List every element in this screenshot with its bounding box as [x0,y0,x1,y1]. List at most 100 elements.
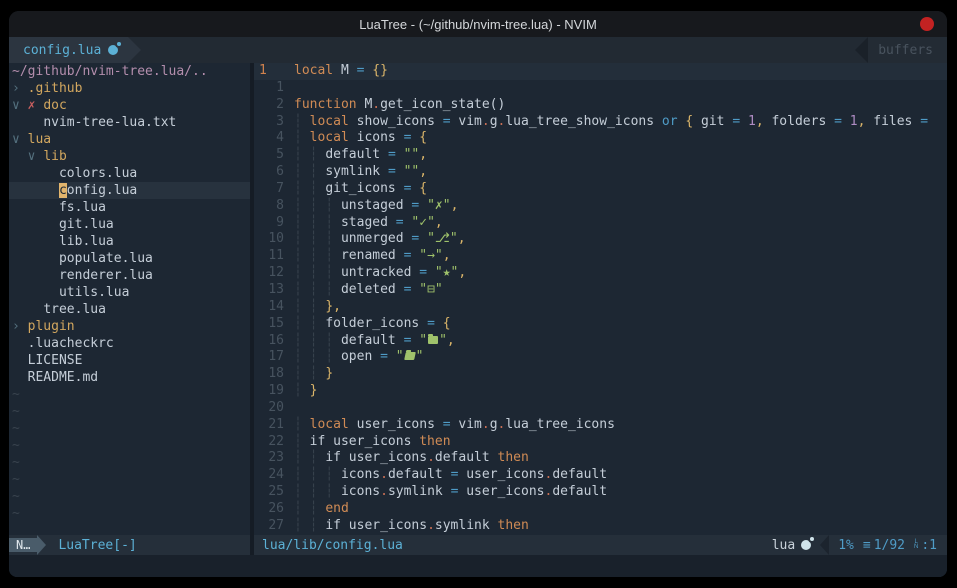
code-line[interactable]: 10┆ ┆ ┆ unmerged = "⎇", [254,231,947,248]
code-line[interactable]: 18┆ ┆ } [254,366,947,383]
text-segment: = [427,316,435,331]
code-line[interactable]: 7┆ ┆ git_icons = { [254,181,947,198]
code-line[interactable]: 27┆ ┆ if user_icons.symlink then [254,518,947,535]
code-line[interactable]: 3┆ local show_icons = vim.g.lua_tree_sho… [254,114,947,131]
line-indicator: 1/92 [874,538,905,553]
text-segment [12,370,28,385]
code-line[interactable]: 5┆ ┆ default = "", [254,147,947,164]
code-line[interactable]: 1local M = {} [254,63,947,80]
line-content: ┆ ┆ if user_icons.symlink then [284,518,529,535]
line-content: ┆ if user_icons then [284,434,451,451]
line-number: 4 [254,130,284,147]
code-line[interactable]: 24┆ ┆ ┆ icons.default = user_icons.defau… [254,467,947,484]
text-segment: ┆ ┆ [294,164,325,179]
text-segment: ┆ ┆ [294,147,325,162]
tree-item[interactable]: ∨ ✗ doc [9,97,250,114]
text-segment: , [458,231,466,246]
tree-item[interactable]: colors.lua [9,165,250,182]
command-line[interactable] [9,555,947,577]
code-line[interactable]: 25┆ ┆ ┆ icons.symlink = user_icons.defau… [254,484,947,501]
text-segment: .github [28,81,83,96]
close-button-icon[interactable] [920,17,934,31]
tree-item[interactable]: README.md [9,369,250,386]
tree-item[interactable]: › .github [9,80,250,97]
tree-item[interactable]: › plugin [9,318,250,335]
tree-item[interactable]: fs.lua [9,199,250,216]
tree-item[interactable]: git.lua [9,216,250,233]
code-line[interactable]: 6┆ ┆ symlink = "", [254,164,947,181]
tree-item[interactable]: .luacheckrc [9,335,250,352]
text-segment: = [443,114,451,129]
text-segment: { [419,181,427,196]
text-segment: ┆ ┆ [294,366,325,381]
tree-item[interactable]: nvim-tree-lua.txt [9,114,250,131]
tree-item[interactable]: ~/github/nvim-tree.lua/.. [9,63,250,80]
tab-config-lua[interactable]: config.lua [9,37,128,63]
code-line[interactable]: 14┆ ┆ }, [254,299,947,316]
text-segment: icons [341,467,380,482]
code-line[interactable]: 17┆ ┆ ┆ open = "" [254,349,947,366]
code-line[interactable]: 23┆ ┆ if user_icons.default then [254,450,947,467]
text-segment: lib [43,149,66,164]
line-number: 25 [254,484,284,501]
text-segment: default [341,333,404,348]
code-line[interactable]: 22┆ if user_icons then [254,434,947,451]
code-line[interactable]: 11┆ ┆ ┆ renamed = "→", [254,248,947,265]
code-line[interactable]: 8┆ ┆ ┆ unstaged = "✗", [254,198,947,215]
text-segment: ~/github/nvim-tree.lua/.. [12,64,208,79]
tree-item[interactable]: tree.lua [9,301,250,318]
tree-item[interactable]: ∨ lib [9,148,250,165]
code-line[interactable]: 15┆ ┆ folder_icons = { [254,316,947,333]
tree-item[interactable]: ∨ lua [9,131,250,148]
text-segment: c [59,183,67,198]
code-editor[interactable]: 1local M = {}12function M.get_icon_state… [254,63,947,535]
code-line[interactable]: 1 [254,80,947,97]
text-segment: ┆ ┆ [294,181,325,196]
file-tree[interactable]: ~/github/nvim-tree.lua/..› .github∨ ✗ do… [9,63,250,535]
line-number-icon: LN [914,540,918,550]
scroll-percent: 1% [838,538,854,553]
text-segment: default [552,467,607,482]
tree-item[interactable]: LICENSE [9,352,250,369]
line-number: 18 [254,366,284,383]
text-segment: = [388,147,396,162]
tree-item[interactable]: lib.lua [9,233,250,250]
text-segment: = [419,265,427,280]
text-segment: "★" [435,265,458,280]
code-line[interactable]: 12┆ ┆ ┆ untracked = "★", [254,265,947,282]
code-line[interactable]: 2function M.get_icon_state() [254,97,947,114]
text-segment: ┆ [294,434,310,449]
code-line[interactable]: 4┆ local icons = { [254,130,947,147]
line-number: 12 [254,265,284,282]
line-content: ┆ ┆ ┆ open = "" [284,349,423,366]
text-segment [388,349,396,364]
text-segment: tree.lua [43,302,106,317]
line-number: 19 [254,383,284,400]
code-line[interactable]: 16┆ ┆ ┆ default = "", [254,333,947,350]
line-content: ┆ ┆ ┆ staged = "✓", [284,215,443,232]
tree-item[interactable]: config.lua [9,182,250,199]
code-line[interactable]: 20 [254,400,947,417]
text-segment [12,336,28,351]
code-line[interactable]: 21┆ local user_icons = vim.g.lua_tree_ic… [254,417,947,434]
text-segment: . [380,484,388,499]
text-segment: ┆ ┆ ┆ [294,349,341,364]
text-segment: .luacheckrc [28,336,114,351]
code-line[interactable]: 9┆ ┆ ┆ staged = "✓", [254,215,947,232]
folder-closed-icon [428,336,438,344]
empty-line-tilde: ~ [9,488,250,505]
buffers-label[interactable]: buffers [868,37,947,63]
code-line[interactable]: 13┆ ┆ ┆ deleted = "⊟" [254,282,947,299]
text-segment: ┆ ┆ ┆ [294,467,341,482]
code-line[interactable]: 26┆ ┆ end [254,501,947,518]
text-segment: git.lua [59,217,114,232]
code-line[interactable]: 19┆ } [254,383,947,400]
text-segment: . [482,114,490,129]
tree-item[interactable]: populate.lua [9,250,250,267]
tree-item[interactable]: renderer.lua [9,267,250,284]
text-segment [396,147,404,162]
text-segment: 1 [850,114,858,129]
tilde-marker: ~ [12,404,20,419]
text-segment: ✗ [28,98,44,113]
tree-item[interactable]: utils.lua [9,284,250,301]
